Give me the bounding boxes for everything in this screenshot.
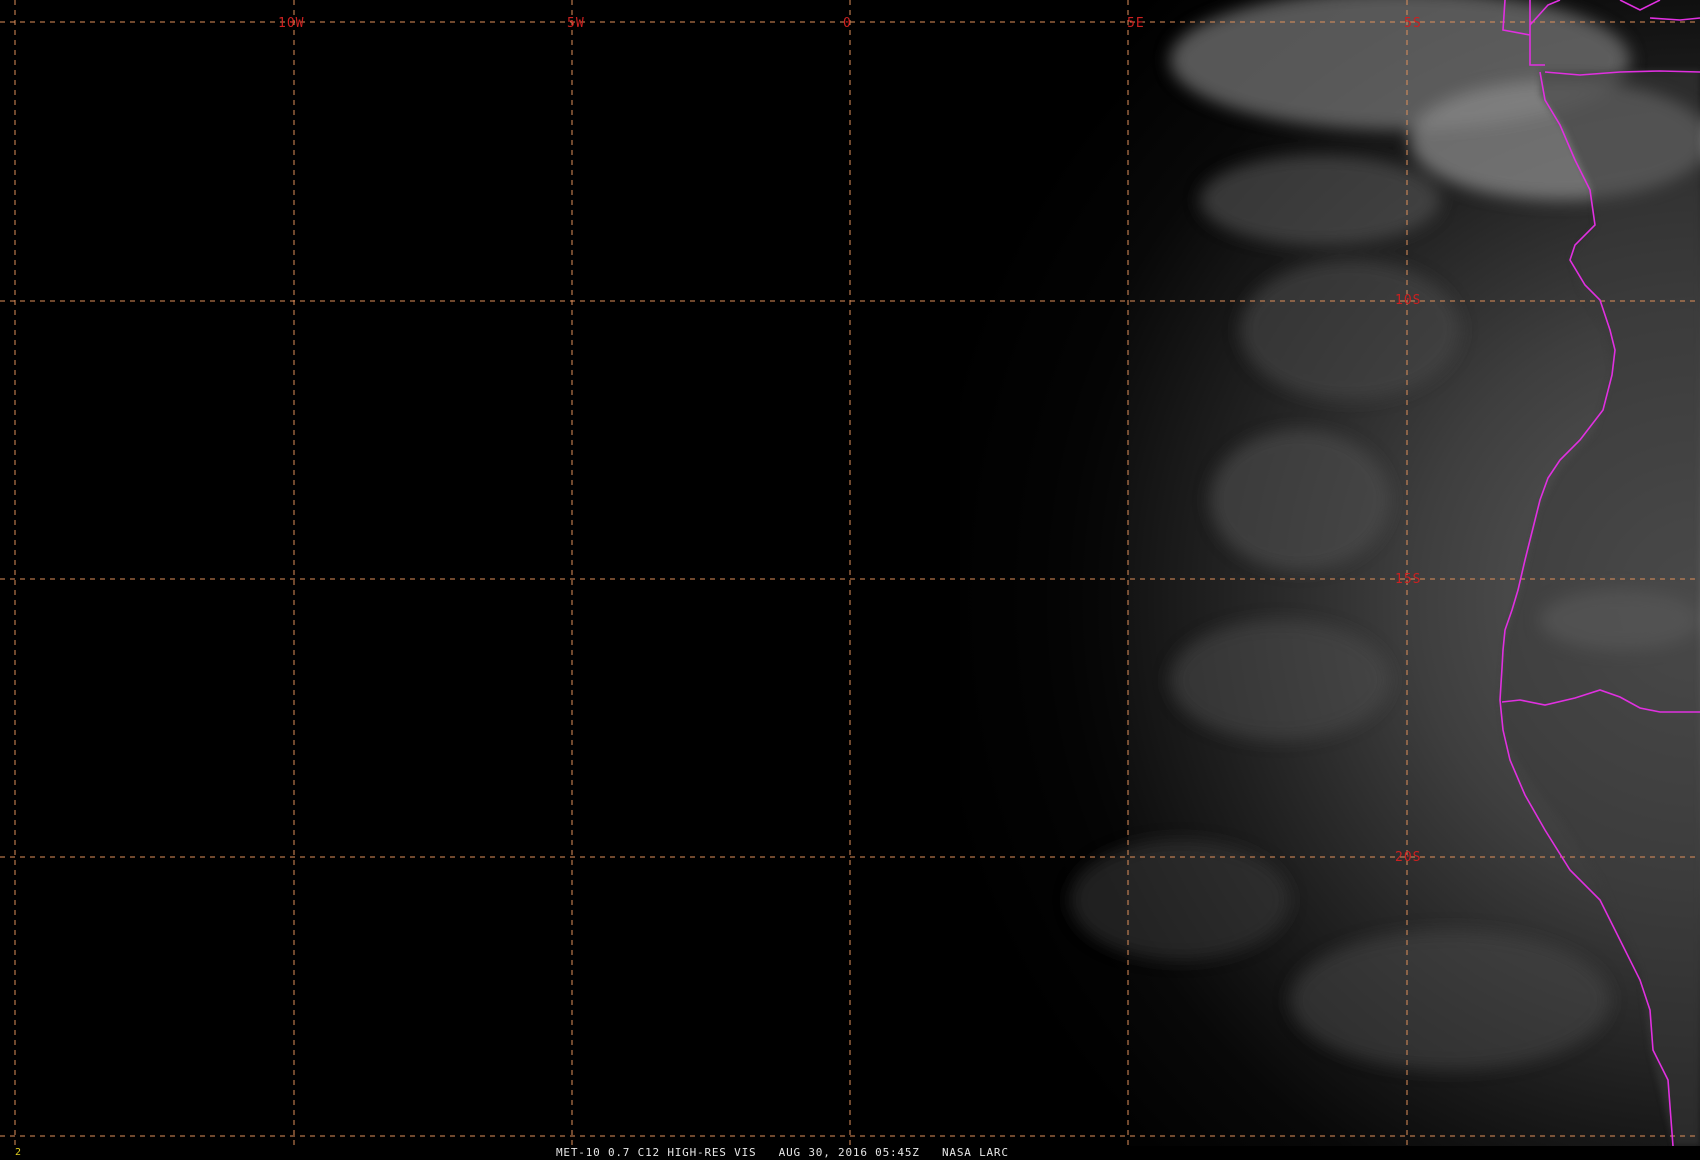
satellite-image-viewer: 10W 5W 0 5E 5S 10S 15S 20S 2 MET-10 0.7 … — [0, 0, 1700, 1160]
lat-label-15s: 15S — [1395, 572, 1421, 587]
lat-label-10s: 10S — [1395, 293, 1421, 308]
lon-label-10w: 10W — [278, 16, 304, 31]
lat-label-5s: 5S — [1404, 16, 1422, 31]
lat-label-20s: 20S — [1395, 850, 1421, 865]
lon-label-5e: 5E — [1127, 16, 1145, 31]
status-bar: 2 MET-10 0.7 C12 HIGH-RES VIS AUG 30, 20… — [0, 1146, 1700, 1160]
image-caption: MET-10 0.7 C12 HIGH-RES VIS AUG 30, 2016… — [556, 1146, 1009, 1159]
satellite-map: 10W 5W 0 5E 5S 10S 15S 20S — [0, 0, 1700, 1146]
lon-label-0: 0 — [843, 16, 852, 31]
lon-label-5w: 5W — [567, 16, 585, 31]
no-data-region-core — [0, 0, 960, 1146]
frame-number: 2 — [15, 1147, 22, 1158]
